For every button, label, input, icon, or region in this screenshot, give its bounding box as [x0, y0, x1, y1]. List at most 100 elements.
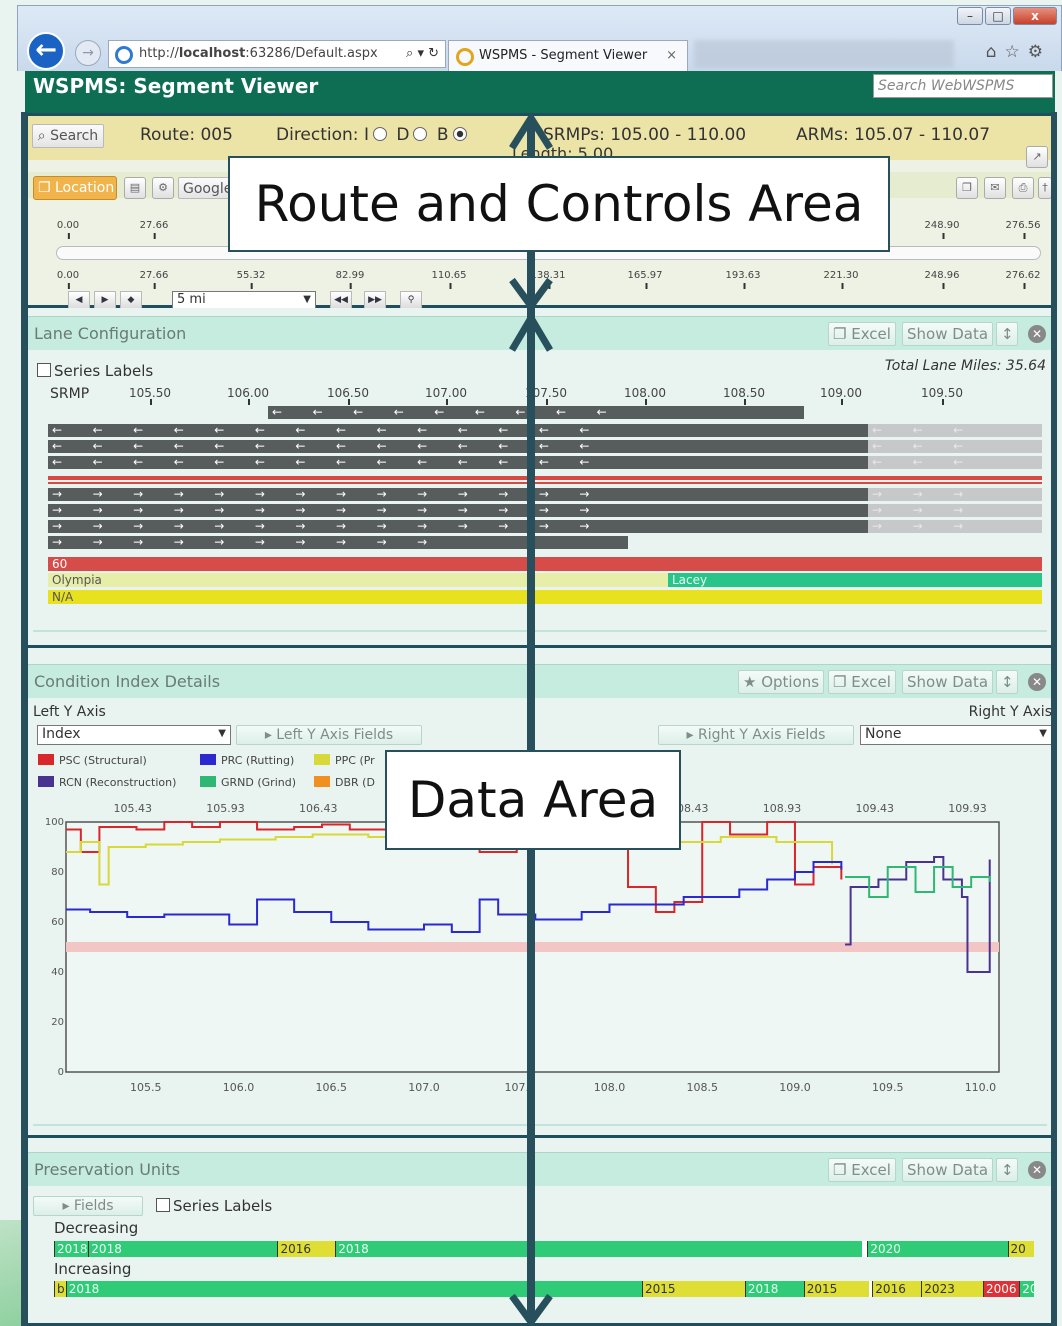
- page-back-icon[interactable]: ◀◀: [330, 291, 352, 309]
- decreasing-segment[interactable]: 2018: [54, 1241, 89, 1257]
- increasing-segment[interactable]: b: [54, 1281, 66, 1297]
- increasing-segment[interactable]: 2018: [744, 1281, 804, 1297]
- overlay-left-line: [21, 112, 27, 1326]
- options-button[interactable]: ★ Options: [738, 670, 825, 694]
- lane-row-decreasing-light: ← ← ←: [868, 456, 1042, 469]
- address-actions[interactable]: ⌕ ▾ ↻: [406, 41, 439, 67]
- print-icon[interactable]: ⎙: [1012, 177, 1034, 199]
- zoom-search-icon[interactable]: ⚲: [400, 291, 422, 309]
- legend-item[interactable]: PSC (Structural): [38, 754, 147, 767]
- maximize-button[interactable]: □: [985, 7, 1011, 25]
- increasing-segment[interactable]: 2015: [803, 1281, 870, 1297]
- google-button[interactable]: Google: [178, 177, 234, 199]
- preservation-series-labels[interactable]: Series Labels: [156, 1197, 272, 1215]
- address-bar[interactable]: http://localhost:63286/Default.aspx ⌕ ▾ …: [108, 40, 446, 68]
- lane-excel-button[interactable]: ❐ Excel: [828, 322, 896, 346]
- condition-close-icon[interactable]: ✕: [1028, 673, 1046, 691]
- fields-button[interactable]: ▸ Fields: [33, 1196, 143, 1216]
- page-forward-icon[interactable]: ▶▶: [364, 291, 386, 309]
- direction-i-radio[interactable]: [372, 127, 387, 141]
- preservation-show-data-button[interactable]: Show Data: [902, 1158, 994, 1182]
- y-tick-label: 80: [51, 867, 64, 878]
- step-back-icon[interactable]: ◀: [68, 291, 90, 309]
- series-labels-checkbox[interactable]: [37, 363, 51, 377]
- step-forward-icon[interactable]: ▶: [94, 291, 116, 309]
- increasing-segment[interactable]: 20: [1019, 1281, 1034, 1297]
- left-axis-select[interactable]: Index ▼: [37, 725, 231, 745]
- legend-swatch: [314, 776, 330, 787]
- browser-tab[interactable]: WSPMS - Segment Viewer ×: [448, 40, 688, 72]
- top-tick-label: 105.93: [206, 802, 245, 815]
- legend-item[interactable]: PRC (Rutting): [200, 754, 294, 767]
- tab-close-icon[interactable]: ×: [666, 41, 677, 71]
- save-icon[interactable]: ▤: [124, 177, 146, 199]
- direction-d-radio[interactable]: [413, 127, 428, 141]
- left-axis-fields-button[interactable]: ▸ Left Y Axis Fields: [236, 725, 422, 745]
- condition-show-data-button[interactable]: Show Data: [902, 670, 994, 694]
- lane-series-labels[interactable]: Series Labels: [37, 362, 153, 380]
- srmps-label: SRMPs: 105.00 - 110.00: [543, 125, 747, 145]
- forward-arrow-icon[interactable]: →: [75, 40, 101, 66]
- upper-tick: 248.90: [924, 220, 960, 239]
- increasing-segment[interactable]: 2015: [642, 1281, 745, 1297]
- decreasing-segment[interactable]: 2018: [335, 1241, 863, 1257]
- settings-icon[interactable]: ⚙: [152, 177, 174, 199]
- condition-excel-button[interactable]: ❐ Excel: [828, 670, 896, 694]
- lane-resize-icon[interactable]: ↕: [996, 322, 1018, 346]
- legend-item[interactable]: DBR (D: [314, 776, 375, 789]
- right-axis-select[interactable]: None ▼: [860, 725, 1052, 745]
- srmp-tick: 106.50: [327, 386, 369, 405]
- browser-toolbar-icons[interactable]: ⌂☆⚙: [986, 42, 1051, 62]
- upper-tick: 276.56: [1005, 220, 1041, 239]
- condition-resize-icon[interactable]: ↕: [996, 670, 1018, 694]
- search-button[interactable]: ⌕ Search: [32, 124, 104, 148]
- decreasing-segment[interactable]: 20: [1007, 1241, 1034, 1257]
- srmp-tick: 106.00: [227, 386, 269, 405]
- upper-tick: 0.00: [56, 220, 80, 239]
- copy-icon[interactable]: ❐: [956, 177, 978, 199]
- legend-item[interactable]: RCN (Reconstruction): [38, 776, 176, 789]
- legend-swatch: [200, 754, 216, 765]
- decreasing-segment[interactable]: 2020: [867, 1241, 1008, 1257]
- preservation-resize-icon[interactable]: ↕: [996, 1158, 1018, 1182]
- preservation-close-icon[interactable]: ✕: [1028, 1161, 1046, 1179]
- top-tick-label: 106.43: [299, 802, 338, 815]
- lane-close-icon[interactable]: ✕: [1028, 325, 1046, 343]
- lower-tick: 276.62: [1005, 270, 1041, 289]
- legend-item[interactable]: PPC (Pr: [314, 754, 375, 767]
- location-button[interactable]: ❐ Location: [33, 176, 117, 200]
- increasing-segment[interactable]: 2016: [872, 1281, 922, 1297]
- increasing-segment[interactable]: 2023: [921, 1281, 984, 1297]
- legend-swatch: [38, 754, 54, 765]
- increasing-segment[interactable]: 2018: [65, 1281, 642, 1297]
- lane-row-decreasing: ← ← ← ← ← ← ← ← ←: [268, 406, 804, 419]
- legend-item[interactable]: GRND (Grind): [200, 776, 296, 789]
- zoom-select[interactable]: 5 mi ▼: [172, 291, 316, 309]
- app-title: WSPMS: Segment Viewer: [33, 74, 319, 98]
- preservation-excel-button[interactable]: ❐ Excel: [828, 1158, 896, 1182]
- mail-icon[interactable]: ✉: [984, 177, 1006, 199]
- center-icon[interactable]: ◆: [120, 291, 142, 309]
- lane-row-decreasing-light: ← ← ←: [868, 424, 1042, 437]
- preservation-panel-header: Preservation Units ❐ Excel Show Data ↕ ✕: [28, 1152, 1052, 1186]
- back-arrow-icon[interactable]: ←: [27, 32, 65, 70]
- direction-b-radio[interactable]: [452, 127, 467, 141]
- decreasing-segment[interactable]: 2016: [277, 1241, 336, 1257]
- increasing-segment[interactable]: 2006: [983, 1281, 1020, 1297]
- app-search-input[interactable]: Search WebWSPMS: [873, 74, 1053, 98]
- decreasing-segment[interactable]: 2018: [88, 1241, 278, 1257]
- legend-label: PPC (Pr: [335, 754, 375, 767]
- pin-icon[interactable]: †: [1038, 177, 1052, 199]
- lane-row-increasing-light: → → →: [868, 488, 1042, 501]
- lower-tick: 193.63: [725, 270, 761, 289]
- lane-panel: Lane Configuration ❐ Excel Show Data ↕ ✕…: [25, 308, 1055, 648]
- preservation-series-checkbox[interactable]: [156, 1198, 170, 1212]
- minimize-button[interactable]: –: [957, 7, 983, 25]
- legend-label: DBR (D: [335, 776, 375, 789]
- right-axis-fields-button[interactable]: ▸ Right Y Axis Fields: [658, 725, 854, 745]
- close-window-button[interactable]: x: [1013, 7, 1057, 25]
- expand-icon[interactable]: ↗: [1026, 146, 1048, 168]
- lane-show-data-button[interactable]: Show Data: [902, 322, 994, 346]
- chevron-down-icon: ▼: [1039, 728, 1047, 739]
- upper-tick: 27.66: [139, 220, 169, 239]
